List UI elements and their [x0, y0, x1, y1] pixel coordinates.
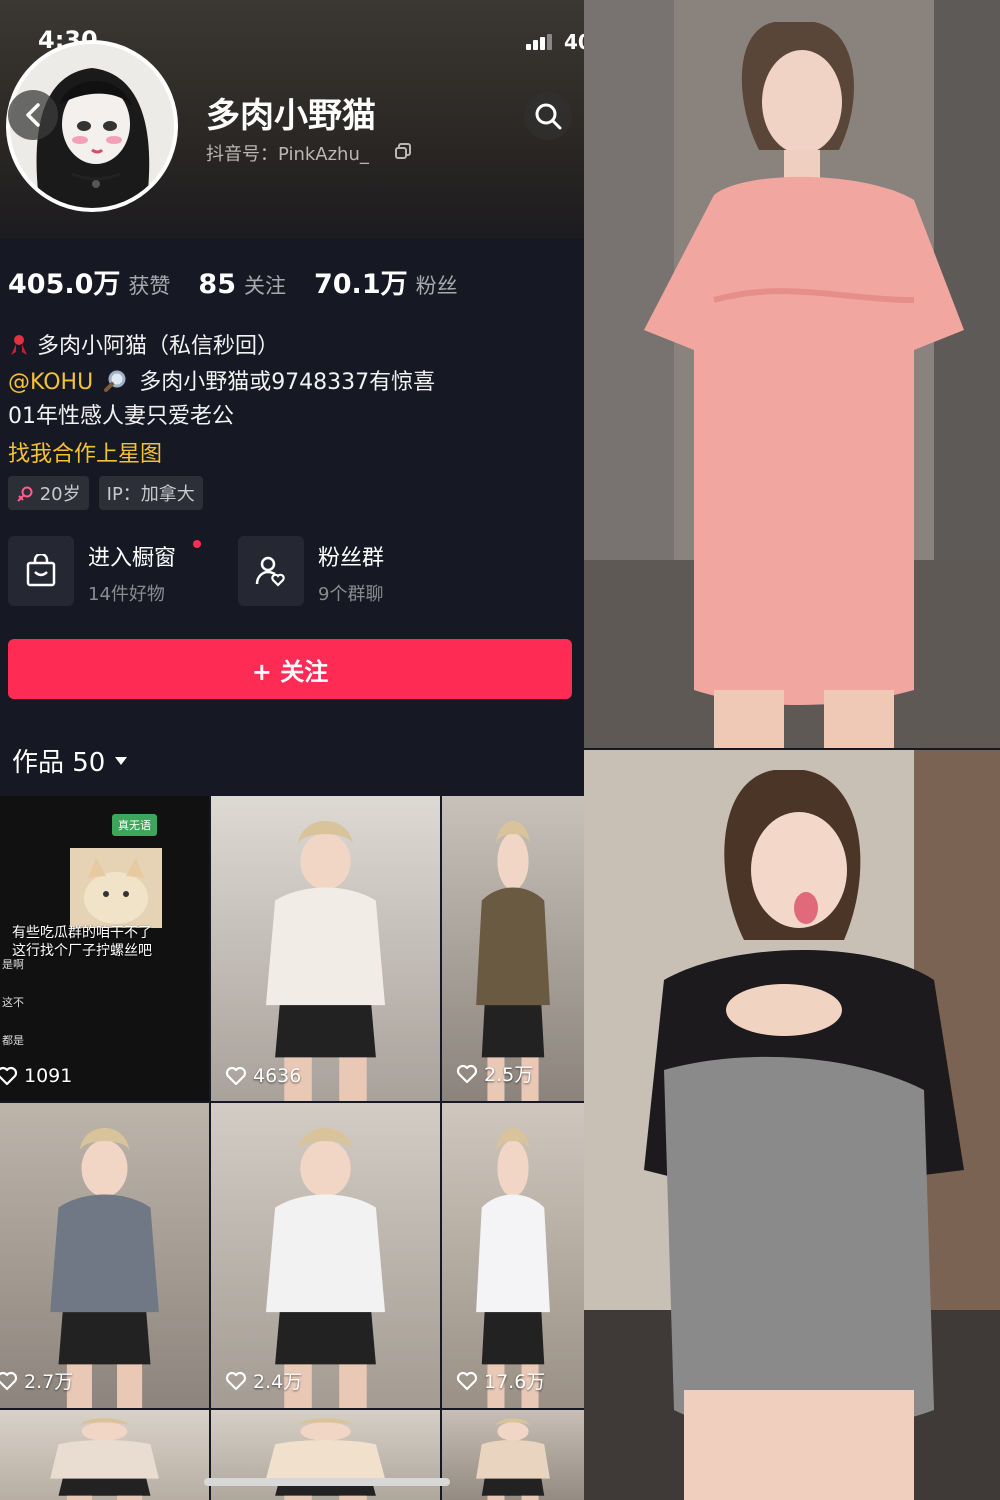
heart-icon	[456, 1371, 478, 1390]
shopping-bag-icon	[8, 536, 74, 606]
video-caption: 有些吃瓜群的咱干不了 这行找个厂子拧螺丝吧	[12, 924, 152, 960]
age-tag-label: 20岁	[39, 484, 81, 505]
shop-window-card[interactable]: 进入橱窗 14件好物	[8, 536, 218, 606]
chat-note: 这不	[2, 996, 24, 1009]
bio-line-3: 01年性感人妻只爱老公	[8, 404, 234, 429]
video-tile[interactable]: 真无语有些吃瓜群的咱干不了 这行找个厂子拧螺丝吧 是啊这不都是 1091	[0, 796, 209, 1101]
video-likes: 1091	[0, 1065, 72, 1087]
video-likes: 17.6万	[456, 1367, 545, 1394]
video-thumbnail	[50, 1128, 159, 1408]
fan-group-icon	[238, 536, 304, 606]
search-icon	[535, 103, 562, 130]
followers-label[interactable]: 粉丝	[416, 270, 458, 300]
fan-group-title: 粉丝群	[318, 546, 385, 571]
likes-label: 获赞	[128, 274, 171, 298]
video-likes-count: 2.4万	[253, 1371, 303, 1393]
search-button[interactable]	[524, 92, 572, 140]
chat-note: 都是	[2, 1034, 24, 1047]
followers-count[interactable]: 70.1万	[314, 262, 408, 301]
works-tab-label: 作品 50	[12, 748, 106, 778]
mention-link[interactable]: @KOHU	[8, 370, 93, 395]
douyin-id: 抖音号：PinkAzhu_	[206, 144, 369, 165]
photo-woman-pink-dress	[584, 0, 1000, 748]
shop-window-subtitle: 14件好物	[88, 584, 165, 605]
ip-tag: IP：加拿大	[98, 476, 203, 510]
shop-window-title: 进入橱窗	[88, 546, 177, 571]
heart-icon	[0, 1066, 18, 1086]
cat-photo	[70, 848, 162, 928]
video-tile[interactable]: 2.7万	[0, 1103, 209, 1408]
video-likes: 2.5万	[456, 1060, 533, 1087]
bio-line-2: @KOHU 多肉小野猫或9748337有惊喜	[8, 364, 435, 396]
cooperation-link[interactable]: 找我合作上星图	[8, 436, 162, 468]
follow-button[interactable]: + 关注	[8, 639, 572, 699]
video-tile[interactable]: 2.5万	[442, 796, 584, 1101]
video-tile[interactable]	[211, 1410, 440, 1500]
video-thumbnail	[476, 1128, 550, 1408]
likes-count: 405.0万	[8, 269, 121, 300]
video-tile[interactable]	[442, 1410, 584, 1500]
bio-line-1: 多肉小阿猫（私信秒回）	[8, 328, 279, 360]
heart-icon	[225, 1371, 247, 1390]
heart-icon	[225, 1066, 247, 1086]
chat-bubble: 真无语	[112, 814, 157, 836]
photo-column	[584, 0, 1000, 1500]
profile-stats: 405.0万 获赞 85 关注 70.1万 粉丝	[8, 262, 486, 301]
home-indicator	[204, 1478, 450, 1486]
signal-icon	[526, 34, 552, 50]
video-thumbnail	[50, 1418, 159, 1500]
video-tile[interactable]: 17.6万	[442, 1103, 584, 1408]
copy-icon[interactable]	[394, 142, 412, 160]
magnifier-emoji-icon	[104, 370, 126, 392]
age-tag: 20岁	[8, 476, 89, 510]
video-likes: 2.4万	[225, 1367, 302, 1394]
profile-name: 多肉小野猫	[206, 96, 376, 136]
video-thumbnail	[265, 1418, 386, 1500]
profile-header: 4:30 40 多肉小野猫 抖音号：Pink	[0, 0, 584, 238]
video-thumbnail	[476, 1418, 550, 1500]
female-icon	[17, 486, 33, 502]
video-likes-count: 17.6万	[484, 1371, 546, 1393]
bio-line-2-text: 多肉小野猫或9748337有惊喜	[139, 370, 436, 395]
video-likes-count: 4636	[253, 1065, 302, 1087]
works-tab[interactable]: 作品 50	[12, 742, 129, 779]
fan-group-card[interactable]: 粉丝群 9个群聊	[238, 536, 438, 606]
video-caption-line: 这行找个厂子拧螺丝吧	[12, 943, 152, 959]
ribbon-emoji-icon	[11, 335, 27, 355]
heart-icon	[0, 1371, 18, 1390]
video-likes-count: 2.5万	[484, 1064, 534, 1086]
battery-level: 40	[564, 30, 584, 54]
video-thumbnail	[265, 821, 386, 1101]
profile-screen: 4:30 40 多肉小野猫 抖音号：Pink	[0, 0, 584, 1500]
profile-tags: 20岁 IP：加拿大	[8, 476, 203, 510]
notification-dot	[193, 540, 201, 548]
caret-down-icon	[115, 756, 128, 765]
following-label[interactable]: 关注	[244, 270, 286, 300]
heart-icon	[456, 1064, 478, 1083]
bio-line-1-text: 多肉小阿猫（私信秒回）	[37, 334, 280, 359]
video-tile[interactable]	[0, 1410, 209, 1500]
chat-note: 是啊	[2, 958, 24, 971]
video-tile[interactable]: 4636	[211, 796, 440, 1101]
fan-group-subtitle: 9个群聊	[318, 584, 384, 605]
video-thumbnail	[265, 1128, 386, 1408]
video-likes: 4636	[225, 1065, 301, 1087]
video-likes-count: 1091	[24, 1065, 73, 1087]
video-caption-line: 有些吃瓜群的咱干不了	[12, 925, 152, 941]
video-likes: 2.7万	[0, 1367, 73, 1394]
following-count[interactable]: 85	[198, 269, 236, 300]
video-likes-count: 2.7万	[24, 1371, 74, 1393]
video-tile[interactable]: 2.4万	[211, 1103, 440, 1408]
back-icon	[26, 103, 40, 127]
photo-woman-black-top	[584, 750, 1000, 1500]
video-thumbnail	[476, 821, 550, 1101]
back-button[interactable]	[8, 90, 58, 140]
